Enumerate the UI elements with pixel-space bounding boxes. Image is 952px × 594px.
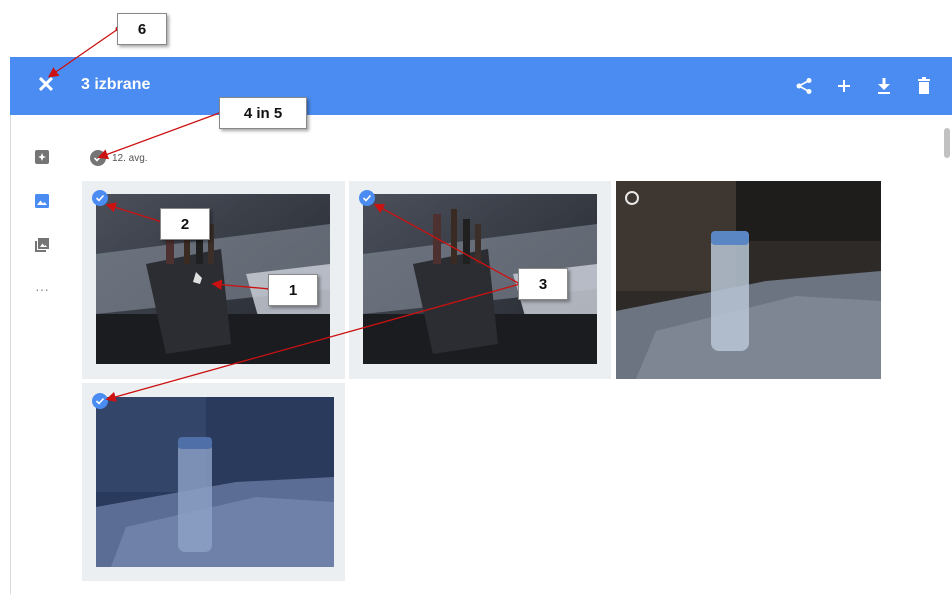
date-section-header: 12. avg.	[90, 150, 148, 166]
callout-6: 6	[117, 13, 167, 45]
download-icon[interactable]	[866, 71, 902, 101]
albums-icon[interactable]	[30, 233, 54, 257]
photos-icon[interactable]	[30, 189, 54, 213]
selection-app-bar: ✕ 3 izbrane	[10, 57, 952, 115]
unselected-circle-icon[interactable]	[625, 191, 639, 205]
selection-count-title: 3 izbrane	[81, 76, 151, 93]
close-icon[interactable]: ✕	[32, 71, 60, 99]
callout-4-in-5: 4 in 5	[219, 97, 307, 129]
select-all-check-icon[interactable]	[90, 150, 106, 166]
selected-check-icon[interactable]	[92, 393, 108, 409]
callout-2: 2	[160, 208, 210, 240]
callout-1: 1	[268, 274, 318, 306]
selected-check-icon[interactable]	[359, 190, 375, 206]
share-icon[interactable]	[786, 71, 822, 101]
plus-icon[interactable]	[826, 71, 862, 101]
scrollbar-thumb[interactable]	[944, 128, 950, 158]
assistant-icon[interactable]	[30, 145, 54, 169]
left-nav: ···	[30, 145, 60, 321]
date-label: 12. avg.	[112, 152, 148, 164]
more-icon[interactable]: ···	[30, 277, 54, 301]
photo-water-bottle-selected[interactable]	[96, 397, 334, 567]
callout-3: 3	[518, 268, 568, 300]
selected-check-icon[interactable]	[92, 190, 108, 206]
toolbar-actions	[786, 71, 942, 101]
trash-icon[interactable]	[906, 71, 942, 101]
photo-water-bottle[interactable]	[616, 181, 881, 379]
